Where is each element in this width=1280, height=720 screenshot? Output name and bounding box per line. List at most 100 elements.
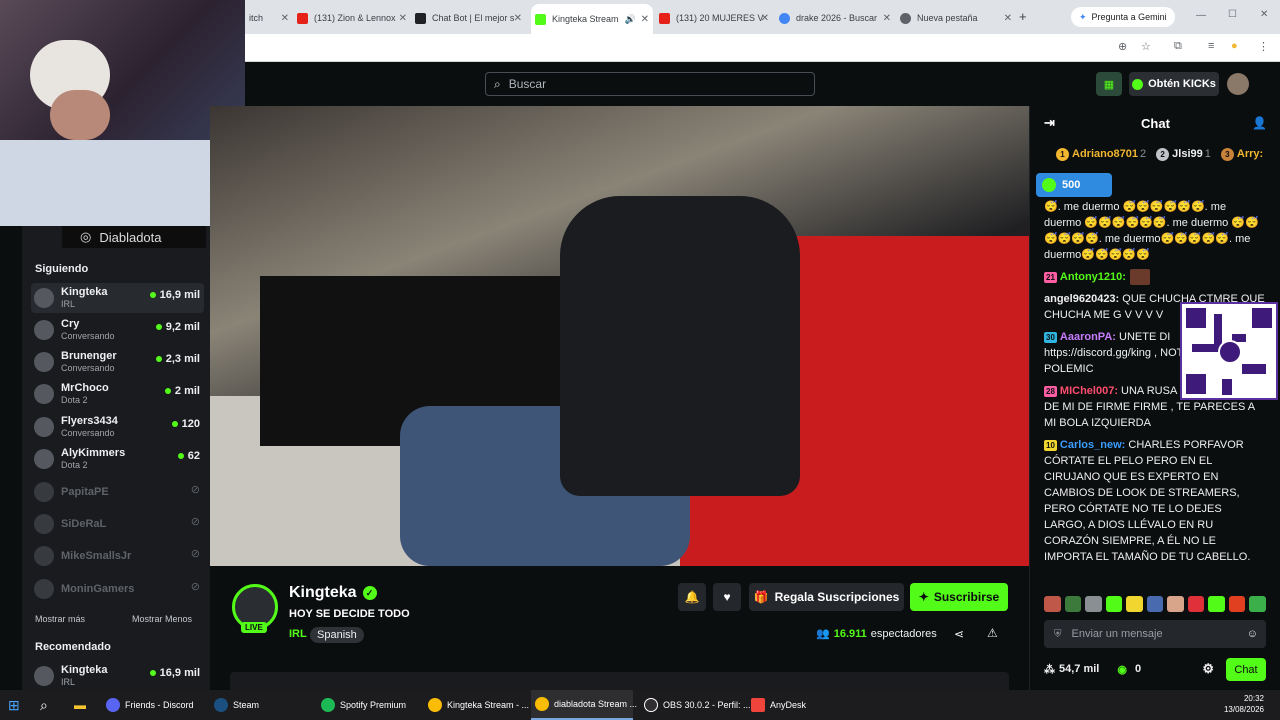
follow-heart-button[interactable]: ♥: [713, 583, 741, 611]
emote-icon[interactable]: [1146, 596, 1164, 612]
taskbar-item-obs[interactable]: OBS 30.0.2 - Perfil: ...: [640, 690, 751, 720]
emote-icon[interactable]: [1167, 596, 1184, 612]
message-username[interactable]: Antony1210:: [1060, 271, 1126, 283]
speaker-icon[interactable]: 🔊: [625, 14, 636, 25]
search-icon[interactable]: ⌕: [40, 690, 48, 720]
send-chat-button[interactable]: Chat: [1226, 658, 1266, 681]
show-less-link[interactable]: Mostrar Menos: [132, 614, 192, 624]
emote-icon[interactable]: [1208, 596, 1225, 612]
gifter-item[interactable]: 3 Arry:: [1220, 147, 1263, 161]
sidebar-item-mikesmallsjr[interactable]: MikeSmallsJr ⊘: [31, 541, 204, 571]
address-bar[interactable]: ⊕ ☆ ⧉ ≡ ● ⋮: [245, 34, 1280, 62]
close-icon[interactable]: ✕: [883, 13, 891, 24]
subscribe-button[interactable]: ✦ Suscribirse: [910, 583, 1008, 611]
sidebar-item-sideral[interactable]: SiDeRaL ⊘: [31, 509, 204, 539]
viewers-icon: 👥: [816, 628, 830, 640]
theater-mode-button[interactable]: ▦: [1096, 72, 1122, 96]
share-icon[interactable]: ⋖: [954, 627, 964, 641]
taskbar-item-discord[interactable]: Friends - Discord: [102, 690, 202, 720]
sidebar-item-cry[interactable]: Cry Conversando 9,2 mil: [31, 315, 204, 345]
gift-subs-button[interactable]: 🎁 Regala Suscripciones: [749, 583, 904, 611]
browser-tab-active[interactable]: Kingteka Stream 🔊 ✕: [531, 4, 653, 34]
browser-tab[interactable]: Nueva pestaña ✕: [896, 6, 1016, 30]
close-icon[interactable]: ✕: [641, 14, 649, 25]
media-icon[interactable]: ≡: [1208, 40, 1214, 52]
new-tab-icon[interactable]: +: [1019, 9, 1027, 24]
sidebar-item-brunenger[interactable]: Brunenger Conversando 2,3 mil: [31, 347, 204, 377]
message-username[interactable]: Carlos_new:: [1060, 439, 1125, 451]
points-icon: ⁂: [1044, 663, 1055, 676]
report-icon[interactable]: ⚠: [987, 626, 998, 640]
gifter-item[interactable]: 2 Jlsi99 1: [1156, 147, 1211, 161]
windows-start-icon[interactable]: ⊞: [8, 690, 20, 720]
extension-icon[interactable]: ●: [1231, 40, 1238, 52]
close-window-icon[interactable]: ✕: [1260, 9, 1268, 20]
emote-icon[interactable]: [1105, 596, 1123, 612]
stream-language[interactable]: Spanish: [310, 627, 364, 643]
gifter-item[interactable]: 1 Adriano8701 2: [1056, 147, 1146, 161]
pinned-gift[interactable]: 500: [1036, 173, 1112, 197]
video-player[interactable]: [210, 106, 1029, 566]
emote-icon[interactable]: [1249, 596, 1267, 612]
user-avatar[interactable]: [1227, 73, 1249, 95]
taskbar-item-anydesk[interactable]: AnyDesk: [747, 690, 847, 720]
channel-name: AlyKimmers: [61, 447, 126, 459]
maximize-icon[interactable]: ☐: [1228, 9, 1237, 20]
browser-tab[interactable]: drake 2026 - Buscar ✕: [775, 6, 895, 30]
notification-bell-button[interactable]: 🔔: [678, 583, 706, 611]
show-more-link[interactable]: Mostrar más: [35, 614, 85, 624]
taskbar-item-chrome-kingteka[interactable]: Kingteka Stream - ...: [424, 690, 529, 720]
browser-tab[interactable]: itch ✕: [245, 6, 293, 30]
close-icon[interactable]: ✕: [514, 13, 522, 24]
avatar: [34, 514, 54, 534]
sidebar-item-mrchoco[interactable]: MrChoco Dota 2 2 mil: [31, 379, 204, 409]
taskbar-item-spotify[interactable]: Spotify Premium: [317, 690, 417, 720]
stream-category[interactable]: IRL: [289, 628, 307, 640]
emote-icon[interactable]: [1187, 596, 1205, 612]
channel-category: Conversando: [61, 428, 115, 438]
emote-icon[interactable]: [1126, 596, 1143, 612]
system-clock[interactable]: 20:32 13/08/2026: [1224, 693, 1264, 715]
message-username[interactable]: MIChel007:: [1060, 385, 1118, 397]
gemini-button[interactable]: ✦ Pregunta a Gemini: [1071, 7, 1175, 27]
sidebar-item-kingteka[interactable]: Kingteka IRL 16,9 mil: [31, 283, 204, 313]
emote-icon[interactable]: [1064, 596, 1082, 612]
collapse-chat-icon[interactable]: ⇥: [1044, 115, 1055, 131]
sidebar-item-moningamers[interactable]: MoninGamers ⊘: [31, 574, 204, 604]
channel-points[interactable]: 54,7 mil: [1059, 663, 1099, 675]
bookmark-star-icon[interactable]: ☆: [1141, 40, 1151, 53]
browser-tab[interactable]: (131) 20 MUJERES V ✕: [655, 6, 773, 30]
emote-icon[interactable]: [1085, 596, 1102, 612]
close-icon[interactable]: ✕: [761, 13, 769, 24]
sidebar-item-papitape[interactable]: PapitaPE ⊘: [31, 477, 204, 507]
sidebar: Siguiendo Kingteka IRL 16,9 mil Cry Convers…: [22, 226, 210, 690]
tab-label: itch: [249, 13, 264, 23]
chat-users-icon[interactable]: 👤: [1252, 116, 1267, 130]
menu-icon[interactable]: ⋮: [1258, 40, 1269, 53]
emote-icon[interactable]: [1228, 596, 1246, 612]
emoji-icon[interactable]: ☺: [1247, 628, 1258, 640]
get-kicks-button[interactable]: Obtén KICKs: [1129, 72, 1219, 96]
emote-icon[interactable]: [1044, 596, 1061, 612]
browser-tab[interactable]: Chat Bot | El mejor s ✕: [411, 6, 526, 30]
settings-gear-icon[interactable]: ⚙: [1202, 661, 1214, 677]
extensions-icon[interactable]: ⧉: [1174, 40, 1182, 53]
sidebar-item-alykimmers[interactable]: AlyKimmers Dota 2 62: [31, 444, 204, 474]
close-icon[interactable]: ✕: [1004, 13, 1012, 24]
search-input[interactable]: ⌕ Buscar: [485, 72, 815, 96]
kicks-balance[interactable]: 0: [1135, 663, 1141, 675]
taskbar-item-steam[interactable]: Steam: [210, 690, 310, 720]
channel-name[interactable]: Kingteka: [289, 584, 357, 602]
close-icon[interactable]: ✕: [399, 13, 407, 24]
taskbar-item-chrome-diabladota[interactable]: diabladota Stream ...: [531, 690, 637, 720]
sidebar-item-flyers3434[interactable]: Flyers3434 Conversando 120: [31, 412, 204, 442]
zoom-icon[interactable]: ⊕: [1118, 40, 1127, 53]
minimize-icon[interactable]: —: [1196, 10, 1206, 21]
message-username[interactable]: angel9620423:: [1044, 293, 1119, 305]
message-username[interactable]: AaaronPA:: [1060, 331, 1116, 343]
file-explorer-icon[interactable]: ▬: [74, 690, 86, 720]
browser-tab[interactable]: (131) Zion & Lennox ✕: [293, 6, 411, 30]
sidebar-item-recommended-kingteka[interactable]: Kingteka IRL 16,9 mil: [31, 661, 204, 691]
chat-message-input[interactable]: ⛨ Enviar un mensaje ☺: [1044, 620, 1266, 648]
close-icon[interactable]: ✕: [281, 13, 289, 24]
